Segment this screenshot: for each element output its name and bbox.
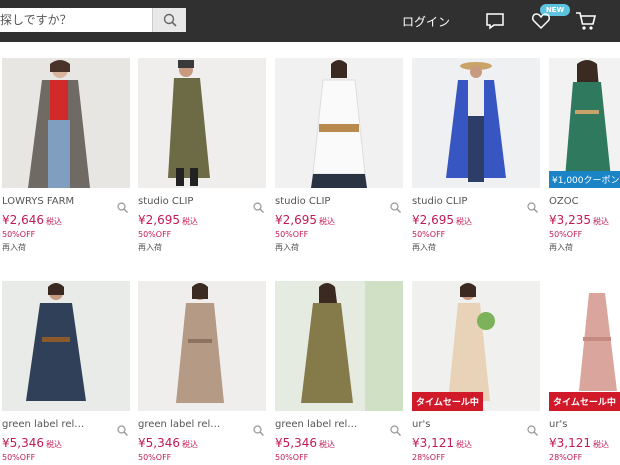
zoom-icon[interactable] [117,425,128,436]
discount-label: 50%OFF [275,230,309,239]
product-image[interactable]: タイムセール中 [412,281,540,411]
message-icon [486,13,504,30]
restock-label: 再入荷 [138,243,162,252]
search-input[interactable] [0,8,152,32]
price: ¥3,121 税込 [412,436,540,450]
tax-label: 税込 [182,217,198,226]
price: ¥5,346 税込 [2,436,130,450]
brand-name[interactable]: ur's [549,419,620,430]
search-icon [163,13,177,27]
timesale-badge: タイムセール中 [412,392,483,411]
zoom-icon[interactable] [253,425,264,436]
restock-label: 再入荷 [275,243,299,252]
product-image[interactable] [275,58,403,188]
product-card[interactable]: studio CLIP ¥2,695 税込 50%OFF 再入荷 [412,58,540,253]
price-value: ¥2,646 [2,213,44,227]
price-value: ¥5,346 [275,436,317,450]
brand-name[interactable]: green label rel… [2,419,102,430]
restock-label: 再入荷 [412,243,436,252]
discount-label: 28%OFF [412,453,446,462]
tax-label: 税込 [593,440,609,449]
price-value: ¥2,695 [412,213,454,227]
header: ログイン NEW [0,0,620,42]
price: ¥2,695 税込 [138,213,266,227]
discount-label: 50%OFF [275,453,309,462]
login-link[interactable]: ログイン [402,13,450,30]
tax-label: 税込 [593,217,609,226]
price-value: ¥3,235 [549,213,591,227]
message-button[interactable] [485,11,505,35]
discount-label: 50%OFF [138,453,172,462]
product-card[interactable]: green label rel… ¥5,346 税込 50%OFF [138,281,266,462]
zoom-icon[interactable] [390,202,401,213]
price: ¥5,346 税込 [138,436,266,450]
product-image[interactable] [138,281,266,411]
coupon-badge: ¥1,000クーポン [549,171,620,188]
zoom-icon[interactable] [390,425,401,436]
discount-label: 50%OFF [2,230,36,239]
discount-label: 50%OFF [412,230,446,239]
product-card[interactable]: LOWRYS FARM ¥2,646 税込 50%OFF 再入荷 [2,58,130,253]
favorites-button[interactable] [531,11,551,35]
tax-label: 税込 [46,217,62,226]
zoom-icon[interactable] [253,202,264,213]
product-image[interactable] [138,58,266,188]
tax-label: 税込 [456,440,472,449]
price-value: ¥5,346 [138,436,180,450]
product-card[interactable]: green label rel… ¥5,346 税込 50%OFF [2,281,130,462]
product-card[interactable]: ¥1,000クーポン OZOC ¥3,235 税込 50%OFF 再入荷 [549,58,620,253]
brand-name[interactable]: green label rel… [138,419,238,430]
price: ¥2,695 税込 [275,213,403,227]
cart-icon [576,12,597,30]
restock-label: 再入荷 [2,243,26,252]
product-card[interactable]: studio CLIP ¥2,695 税込 50%OFF 再入荷 [138,58,266,253]
product-image[interactable] [2,281,130,411]
product-card[interactable]: タイムセール中 ur's ¥3,121 税込 28%OFF [549,281,620,462]
price-value: ¥3,121 [412,436,454,450]
price: ¥2,646 税込 [2,213,130,227]
discount-label: 50%OFF [549,230,583,239]
product-card[interactable]: タイムセール中 ur's ¥3,121 税込 28%OFF [412,281,540,462]
search-button[interactable] [152,8,186,32]
price-value: ¥5,346 [2,436,44,450]
product-image[interactable]: ¥1,000クーポン [549,58,620,188]
discount-label: 50%OFF [2,453,36,462]
price-value: ¥3,121 [549,436,591,450]
price: ¥2,695 税込 [412,213,540,227]
discount-label: 28%OFF [549,453,583,462]
heart-icon [532,13,550,30]
product-image[interactable] [2,58,130,188]
search-box [0,8,186,32]
price: ¥5,346 税込 [275,436,403,450]
zoom-icon[interactable] [527,425,538,436]
brand-name[interactable]: OZOC [549,196,620,207]
tax-label: 税込 [182,440,198,449]
brand-name[interactable]: studio CLIP [138,196,238,207]
timesale-badge: タイムセール中 [549,392,620,411]
price-value: ¥2,695 [138,213,180,227]
brand-name[interactable]: studio CLIP [412,196,512,207]
brand-name[interactable]: studio CLIP [275,196,375,207]
price: ¥3,235 税込 [549,213,620,227]
price: ¥3,121 税込 [549,436,620,450]
brand-name[interactable]: ur's [412,419,512,430]
zoom-icon[interactable] [527,202,538,213]
discount-label: 50%OFF [138,230,172,239]
product-image[interactable] [275,281,403,411]
zoom-icon[interactable] [117,202,128,213]
brand-name[interactable]: LOWRYS FARM [2,196,102,207]
product-image[interactable]: タイムセール中 [549,281,620,411]
tax-label: 税込 [456,217,472,226]
tax-label: 税込 [46,440,62,449]
product-card[interactable]: green label rel… ¥5,346 税込 50%OFF [275,281,403,462]
brand-name[interactable]: green label rel… [275,419,375,430]
tax-label: 税込 [319,440,335,449]
product-card[interactable]: studio CLIP ¥2,695 税込 50%OFF 再入荷 [275,58,403,253]
product-image[interactable] [412,58,540,188]
price-value: ¥2,695 [275,213,317,227]
tax-label: 税込 [319,217,335,226]
cart-button[interactable] [575,10,597,36]
restock-label: 再入荷 [549,243,573,252]
